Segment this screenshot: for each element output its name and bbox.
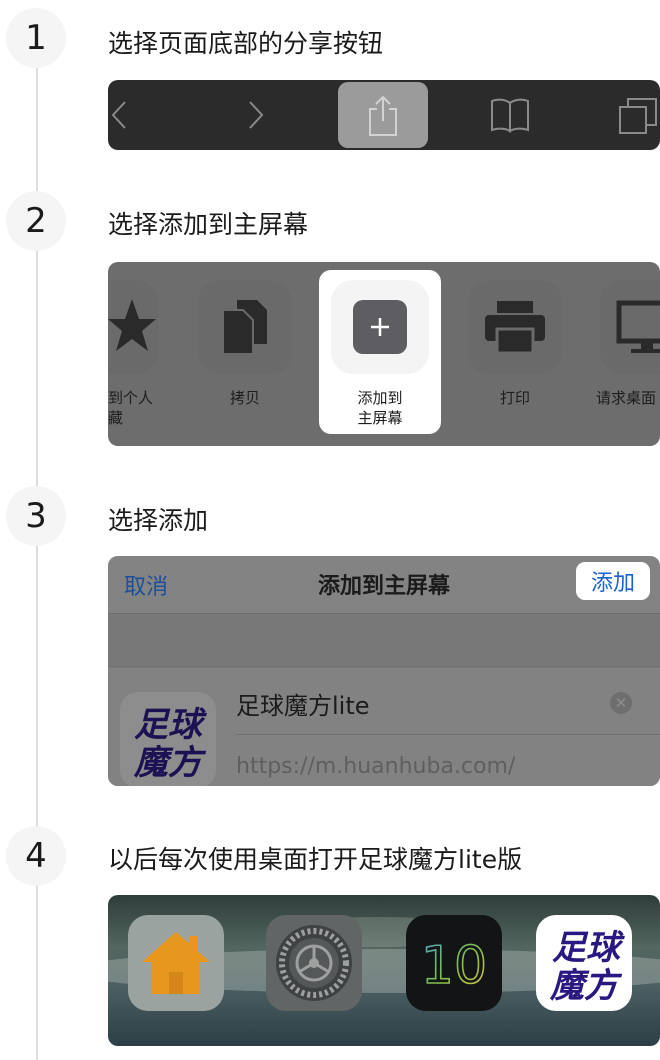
forward-icon[interactable]: [236, 80, 276, 150]
settings-app-icon[interactable]: [266, 915, 362, 1011]
star-icon: [108, 299, 156, 351]
app-name-field[interactable]: 足球魔方lite: [236, 686, 370, 721]
share-item-request-desktop-label: 请求桌面: [596, 389, 657, 407]
step-3-number: 3: [6, 486, 66, 546]
svg-text:魔方: 魔方: [133, 743, 207, 783]
app-url: https://m.huanhuba.com/: [236, 754, 516, 779]
dialog-nav-bar: 取消 添加到主屏幕 添加: [108, 556, 660, 614]
svg-text:魔方: 魔方: [549, 966, 623, 1006]
share-icon[interactable]: [338, 80, 428, 150]
plus-icon: [353, 300, 407, 354]
ios10-app-icon[interactable]: 10: [406, 915, 502, 1011]
printer-icon: [485, 301, 545, 355]
share-item-add-to-home-label: 添加到 主屏幕: [357, 389, 403, 427]
svg-text:足球: 足球: [134, 705, 207, 745]
zuqiu-mofang-app-icon[interactable]: 足球 魔方: [536, 915, 632, 1011]
share-item-copy[interactable]: [198, 280, 292, 374]
share-item-request-desktop[interactable]: [600, 280, 660, 374]
home-screen-preview: 10 足球 魔方: [108, 895, 660, 1046]
desktop-icon: [616, 300, 660, 353]
app-info-row: 足球 魔方 足球魔方lite ✕ https://m.huanhuba.com/: [108, 668, 660, 786]
add-button[interactable]: 添加: [576, 562, 650, 600]
step-1-number: 1: [6, 8, 66, 68]
step-3-title: 选择添加: [108, 506, 209, 535]
svg-text:足球: 足球: [552, 928, 625, 968]
share-item-print-label: 打印: [499, 389, 530, 407]
tabs-icon[interactable]: [616, 80, 660, 150]
back-icon[interactable]: [108, 80, 130, 150]
share-item-favorites-label: 到个人 藏: [108, 389, 154, 427]
step-2-number: 2: [6, 191, 66, 251]
app-logo: 足球 魔方: [120, 692, 216, 786]
dialog-spacer: [108, 615, 660, 667]
copy-icon: [222, 300, 267, 355]
share-item-add-to-home[interactable]: [331, 280, 429, 374]
add-to-home-dialog: 取消 添加到主屏幕 添加 足球 魔方 足球魔方lite ✕ https://m.…: [108, 556, 660, 786]
step-2-title: 选择添加到主屏幕: [108, 210, 309, 239]
clear-icon[interactable]: ✕: [610, 692, 632, 714]
step-1-title: 选择页面底部的分享按钮: [108, 29, 384, 58]
share-item-copy-label: 拷贝: [229, 389, 260, 407]
step-4-number: 4: [6, 826, 66, 886]
svg-text:10: 10: [421, 936, 487, 996]
share-sheet: 到个人 藏 拷贝 添加到 主屏幕 打印 请求桌面: [108, 262, 660, 446]
share-item-print[interactable]: [468, 280, 562, 374]
home-app-icon[interactable]: [128, 915, 224, 1011]
browser-toolbar: [108, 80, 660, 150]
divider: [236, 734, 660, 735]
bookmarks-icon[interactable]: [488, 80, 532, 150]
step-4-title: 以后每次使用桌面打开足球魔方lite版: [108, 845, 523, 874]
share-item-favorites[interactable]: [108, 280, 158, 374]
